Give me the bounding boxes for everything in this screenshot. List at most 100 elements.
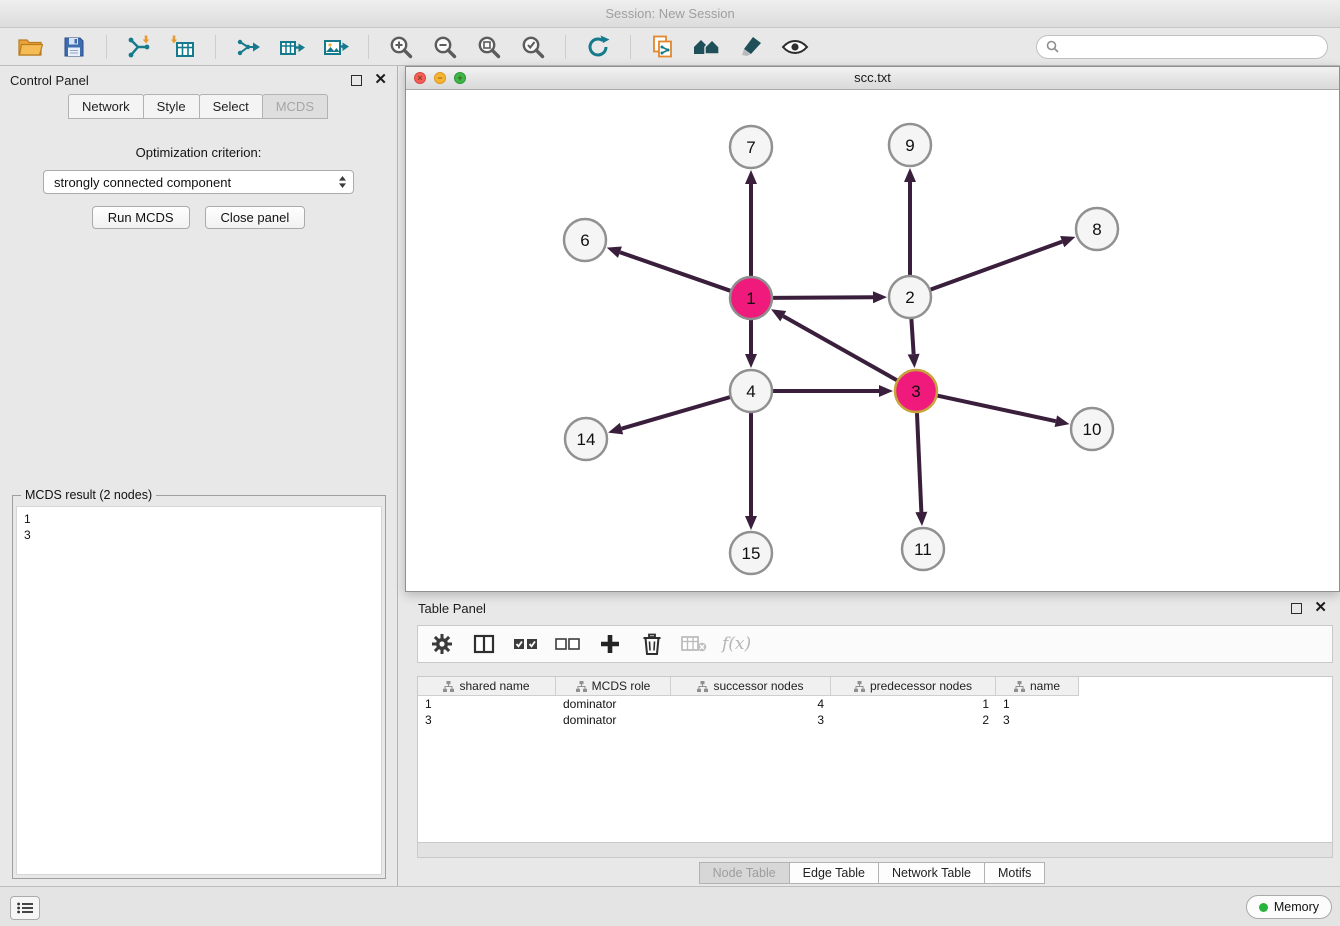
table-row[interactable]: 1dominator411 <box>418 696 1332 712</box>
minimize-window-icon[interactable]: − <box>434 72 446 84</box>
tab-motifs[interactable]: Motifs <box>984 862 1045 884</box>
table-cell[interactable]: 1 <box>418 696 556 712</box>
table-panel: Table Panel ✕ f(x) shared nameMCDS rol <box>405 595 1340 886</box>
memory-button[interactable]: Memory <box>1246 895 1332 919</box>
table-cell[interactable]: 2 <box>831 712 996 728</box>
select-all-rows-button[interactable] <box>512 630 540 658</box>
graph-node-6[interactable]: 6 <box>564 219 606 261</box>
svg-text:14: 14 <box>577 430 596 449</box>
unchecked-boxes-icon <box>555 635 581 653</box>
graph-edge-arrow <box>908 354 920 368</box>
import-table-button[interactable] <box>165 31 201 63</box>
save-session-button[interactable] <box>56 31 92 63</box>
tab-network[interactable]: Network <box>68 94 144 119</box>
home-view-button[interactable] <box>689 31 725 63</box>
optimization-criterion-dropdown[interactable]: strongly connected component <box>43 170 354 194</box>
column-header-label: predecessor nodes <box>870 679 972 693</box>
run-mcds-button[interactable]: Run MCDS <box>92 206 190 229</box>
column-header-shared-name[interactable]: shared name <box>418 677 556 696</box>
graph-node-11[interactable]: 11 <box>902 528 944 570</box>
zoom-in-button[interactable] <box>383 31 419 63</box>
copy-network-icon <box>650 34 676 60</box>
close-window-icon[interactable]: × <box>414 72 426 84</box>
network-view-window: × − + scc.txt 7968124314101511 <box>405 66 1340 592</box>
table-row[interactable]: 3dominator323 <box>418 712 1332 728</box>
search-input[interactable] <box>1065 38 1318 55</box>
control-panel-title: Control Panel <box>10 73 89 88</box>
column-type-icon <box>576 681 587 692</box>
optimization-criterion-label: Optimization criterion: <box>0 145 397 160</box>
tab-style[interactable]: Style <box>143 94 200 119</box>
table-cell[interactable]: 4 <box>671 696 831 712</box>
close-table-panel-icon[interactable]: ✕ <box>1314 603 1327 613</box>
graph-node-9[interactable]: 9 <box>889 124 931 166</box>
export-image-button[interactable] <box>318 31 354 63</box>
zoom-selected-button[interactable] <box>515 31 551 63</box>
memory-label: Memory <box>1274 900 1319 914</box>
table-cell[interactable]: 3 <box>418 712 556 728</box>
tab-edge-table[interactable]: Edge Table <box>789 862 879 884</box>
memory-status-dot <box>1259 903 1268 912</box>
column-header-label: shared name <box>459 679 529 693</box>
graph-node-3[interactable]: 3 <box>895 370 937 412</box>
graph-node-14[interactable]: 14 <box>565 418 607 460</box>
column-header-predecessor-nodes[interactable]: predecessor nodes <box>831 677 996 696</box>
column-header-name[interactable]: name <box>996 677 1079 696</box>
table-settings-button[interactable] <box>428 630 456 658</box>
close-panel-button[interactable]: Close panel <box>205 206 306 229</box>
graph-edge <box>772 297 873 298</box>
export-network-button[interactable] <box>230 31 266 63</box>
table-cell[interactable]: 1 <box>831 696 996 712</box>
column-header-MCDS-role[interactable]: MCDS role <box>556 677 671 696</box>
tab-node-table[interactable]: Node Table <box>699 862 790 884</box>
apply-style-button[interactable] <box>733 31 769 63</box>
open-folder-icon <box>17 35 43 59</box>
delete-row-button[interactable] <box>638 630 666 658</box>
export-table-button[interactable] <box>274 31 310 63</box>
deselect-all-rows-button[interactable] <box>554 630 582 658</box>
graph-node-15[interactable]: 15 <box>730 532 772 574</box>
export-table-icon <box>279 34 305 60</box>
graph-node-1[interactable]: 1 <box>730 277 772 319</box>
column-header-successor-nodes[interactable]: successor nodes <box>671 677 831 696</box>
graph-node-7[interactable]: 7 <box>730 126 772 168</box>
table-cell[interactable]: dominator <box>556 696 671 712</box>
table-cell[interactable]: dominator <box>556 712 671 728</box>
svg-text:9: 9 <box>905 136 914 155</box>
table-cell[interactable]: 3 <box>671 712 831 728</box>
column-type-icon <box>854 681 865 692</box>
show-panels-button[interactable] <box>10 896 40 920</box>
table-cell[interactable]: 1 <box>996 696 1079 712</box>
copy-network-button[interactable] <box>645 31 681 63</box>
svg-text:11: 11 <box>914 540 932 559</box>
graph-edge-arrow <box>879 385 893 397</box>
float-table-panel-icon[interactable] <box>1291 603 1302 614</box>
columns-icon <box>472 632 496 656</box>
maximize-window-icon[interactable]: + <box>454 72 466 84</box>
tab-select[interactable]: Select <box>199 94 263 119</box>
add-column-button[interactable] <box>596 630 624 658</box>
toolbar-separator <box>630 35 631 59</box>
import-network-button[interactable] <box>121 31 157 63</box>
refresh-layout-button[interactable] <box>580 31 616 63</box>
show-graphics-button[interactable] <box>777 31 813 63</box>
search-field[interactable] <box>1036 35 1328 59</box>
tab-mcds[interactable]: MCDS <box>262 94 328 119</box>
graph-node-8[interactable]: 8 <box>1076 208 1118 250</box>
show-columns-button[interactable] <box>470 630 498 658</box>
graph-edge-arrow <box>608 423 623 435</box>
zoom-fit-button[interactable] <box>471 31 507 63</box>
table-scrollbar[interactable] <box>417 843 1333 858</box>
network-canvas[interactable]: 7 9 6 8 1 2 4 3 14 10 15 11 <box>406 89 1339 591</box>
close-panel-icon[interactable]: ✕ <box>374 75 387 85</box>
open-session-button[interactable] <box>12 31 48 63</box>
graph-node-4[interactable]: 4 <box>730 370 772 412</box>
tab-network-table[interactable]: Network Table <box>878 862 985 884</box>
float-panel-icon[interactable] <box>351 75 362 86</box>
graph-node-2[interactable]: 2 <box>889 276 931 318</box>
table-cell[interactable]: 3 <box>996 712 1079 728</box>
table-header-row: shared name MCDS rolesuccessor nodes prede… <box>418 677 1332 696</box>
zoom-out-button[interactable] <box>427 31 463 63</box>
graph-node-10[interactable]: 10 <box>1071 408 1113 450</box>
graph-edge <box>622 397 731 429</box>
